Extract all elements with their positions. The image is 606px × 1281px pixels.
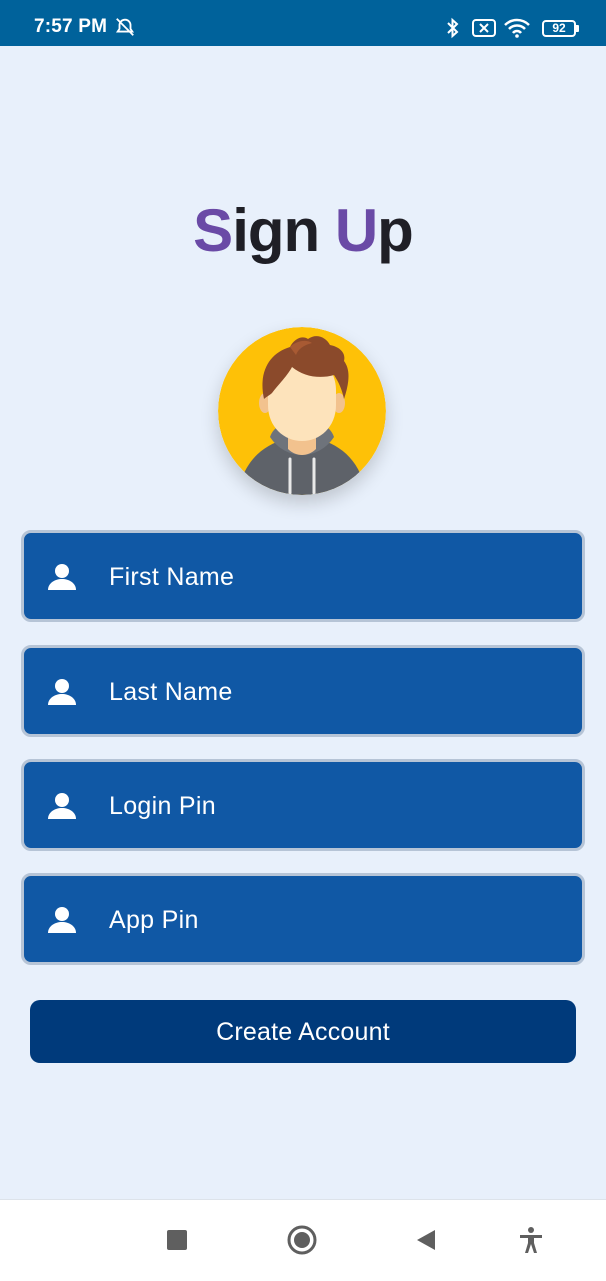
app-pin-placeholder: App Pin [109,906,199,934]
accessibility-icon[interactable] [518,1226,544,1254]
person-icon [48,679,76,705]
title-rest-2: p [377,197,414,264]
create-account-button[interactable]: Create Account [30,1000,576,1063]
first-name-field[interactable]: First Name [21,530,585,622]
person-icon [48,564,76,590]
first-name-placeholder: First Name [109,563,235,591]
app-pin-field[interactable]: App Pin [21,873,585,965]
title-letter-u: U [334,197,378,264]
wifi-icon [504,18,530,38]
battery-tip [576,25,579,32]
battery-icon: 92 [542,20,576,37]
status-bar: 7:57 PM 92 [0,0,606,46]
back-icon[interactable] [415,1228,437,1252]
page-title: Sign Up [0,196,606,265]
bluetooth-icon [447,17,459,39]
person-icon [48,793,76,819]
login-pin-placeholder: Login Pin [109,792,216,820]
sim-off-icon [472,19,496,37]
home-icon[interactable] [287,1225,317,1255]
last-name-field[interactable]: Last Name [21,645,585,737]
title-rest-1: ign [232,197,335,264]
alarm-off-icon [115,18,135,36]
login-pin-field[interactable]: Login Pin [21,759,585,851]
title-letter-s: S [193,197,233,264]
recent-apps-icon[interactable] [166,1229,188,1251]
user-avatar-illustration[interactable] [218,327,386,495]
system-nav-bar [0,1199,606,1281]
person-icon [48,907,76,933]
status-time: 7:57 PM [34,16,108,37]
last-name-placeholder: Last Name [109,678,233,706]
